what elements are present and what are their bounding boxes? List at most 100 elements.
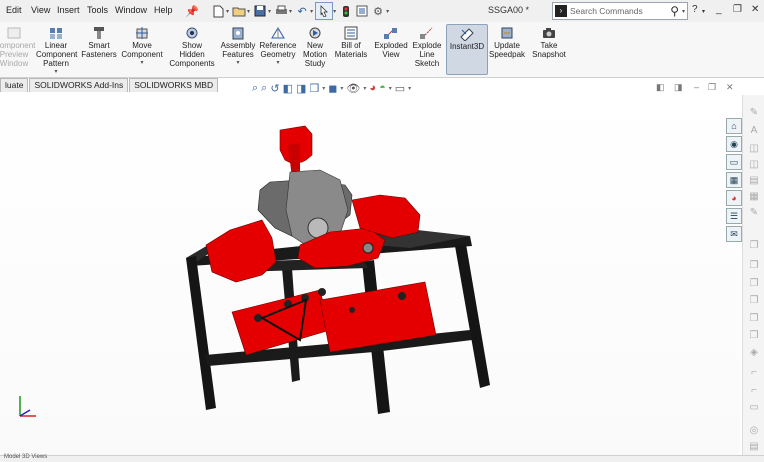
menu-view[interactable]: View: [31, 5, 50, 15]
select-icon[interactable]: [315, 2, 334, 20]
toolbar-icon[interactable]: ⌐: [748, 367, 760, 379]
toolbar-icon[interactable]: ◫: [748, 159, 760, 171]
toolbar-icon[interactable]: ⌐: [748, 385, 760, 397]
toolbar-icon[interactable]: ◎: [748, 425, 760, 437]
instant3d-button[interactable]: Instant3D: [446, 24, 488, 75]
toolbar-icon[interactable]: ▤: [748, 175, 760, 187]
new-document-icon[interactable]: [210, 3, 226, 19]
new-motion-study-button[interactable]: New Motion Study: [301, 24, 329, 68]
bill-of-materials-button[interactable]: Bill of Materials: [334, 24, 368, 59]
tab-solidworks-mbd[interactable]: SOLIDWORKS MBD: [129, 78, 219, 92]
ribbon-label: Instant3D: [449, 42, 485, 51]
help-button[interactable]: ?: [692, 4, 698, 15]
viewport-close-icon[interactable]: ✕: [726, 82, 734, 93]
custom-properties-icon[interactable]: ☰: [726, 208, 742, 224]
menu-tools[interactable]: Tools: [87, 5, 108, 15]
zoom-to-fit-icon[interactable]: ⌕: [252, 82, 258, 95]
task-pane-tabs: ⌂ ◉ ▭ ▦ ◕ ☰ ✉: [726, 118, 742, 242]
file-explorer-icon[interactable]: ▭: [726, 154, 742, 170]
viewport-minimize-icon[interactable]: –: [694, 82, 699, 92]
undo-icon[interactable]: ↶: [294, 3, 310, 19]
view-palette-icon[interactable]: ▦: [726, 172, 742, 188]
toolbar-icon[interactable]: ❐: [748, 295, 760, 307]
section-view-icon[interactable]: ◧: [283, 82, 293, 95]
menu-edit[interactable]: Edit: [6, 5, 22, 15]
reference-geometry-button[interactable]: Reference Geometry ▾: [258, 24, 298, 68]
display-style-icon[interactable]: ◼: [328, 82, 337, 95]
take-snapshot-button[interactable]: Take Snapshot: [530, 24, 568, 59]
toolbar-icon[interactable]: ❐: [748, 313, 760, 325]
text-box-icon[interactable]: A: [748, 125, 760, 137]
toolbar-icon[interactable]: ✎: [748, 207, 760, 219]
view-orientation-icon[interactable]: ❒: [309, 82, 319, 95]
command-manager-tabs: luate SOLIDWORKS Add-Ins SOLIDWORKS MBD: [0, 78, 219, 92]
options-icon[interactable]: ⚙: [370, 3, 386, 19]
previous-view-icon[interactable]: ↺: [270, 82, 279, 95]
toolbar-icon[interactable]: ❐: [748, 278, 760, 290]
component-preview-button[interactable]: Component Preview Window: [0, 24, 35, 68]
search-input[interactable]: Search Commands: [570, 6, 670, 16]
status-text: Model 3D Views: [4, 454, 48, 460]
snapshot-icon: [543, 28, 555, 38]
pin-icon[interactable]: 📌: [184, 3, 200, 19]
tab-solidworks-add-ins[interactable]: SOLIDWORKS Add-Ins: [29, 78, 129, 92]
instant3d-icon: [460, 28, 474, 41]
menu-window[interactable]: Window: [115, 5, 147, 15]
toolbar-icon[interactable]: ▦: [748, 191, 760, 203]
speedpak-icon: [501, 27, 513, 39]
ribbon-label: Assembly Features: [220, 41, 256, 59]
apply-scene-icon[interactable]: ◓: [379, 82, 386, 94]
dynamic-annotation-icon[interactable]: ◨: [296, 82, 306, 95]
ribbon-label: Take Snapshot: [532, 41, 566, 59]
print-icon[interactable]: [273, 3, 289, 19]
motion-study-icon: [309, 27, 321, 39]
toolbar-icon[interactable]: ▭: [748, 402, 760, 414]
move-component-button[interactable]: Move Component ▾: [121, 24, 163, 68]
design-library-icon[interactable]: ◉: [726, 136, 742, 152]
search-icon[interactable]: ⚲: [670, 4, 679, 18]
explode-line-icon: [420, 27, 433, 39]
menu-help[interactable]: Help: [154, 5, 173, 15]
command-manager-ribbon: Component Preview Window Linear Componen…: [0, 22, 764, 78]
linear-pattern-button[interactable]: Linear Component Pattern ▾: [36, 24, 77, 77]
zoom-to-area-icon[interactable]: ⌕: [261, 82, 267, 95]
hide-show-items-icon[interactable]: 👁: [346, 82, 360, 95]
explode-line-sketch-button[interactable]: Explode Line Sketch: [411, 24, 443, 68]
coordinate-triad: [19, 396, 36, 417]
viewport-restore-icon[interactable]: ❐: [708, 82, 716, 93]
graphics-area[interactable]: [0, 95, 740, 455]
ribbon-label: Explode Line Sketch: [412, 41, 442, 68]
file-properties-icon[interactable]: [354, 3, 370, 19]
toolbar-icon[interactable]: ▤: [748, 441, 760, 453]
menu-insert[interactable]: Insert: [57, 5, 80, 15]
show-hidden-icon: [186, 27, 198, 39]
toolbar-icon[interactable]: ❐: [748, 240, 760, 252]
home-icon[interactable]: ⌂: [726, 118, 742, 134]
show-hidden-components-button[interactable]: Show Hidden Components: [169, 24, 215, 68]
exploded-view-button[interactable]: Exploded View: [373, 24, 409, 59]
restore-button[interactable]: ❐: [733, 4, 742, 15]
assembly-features-button[interactable]: Assembly Features ▾: [219, 24, 257, 68]
toolbar-icon[interactable]: ✎: [748, 107, 760, 119]
ribbon-label: Update Speedpak: [489, 41, 526, 59]
toolbar-icon[interactable]: ❐: [748, 330, 760, 342]
open-icon[interactable]: [231, 3, 247, 19]
bom-icon: [344, 26, 358, 40]
smart-fasteners-button[interactable]: Smart Fasteners: [81, 24, 117, 59]
rebuild-icon[interactable]: [338, 3, 354, 19]
close-button[interactable]: ✕: [751, 4, 759, 15]
forum-icon[interactable]: ✉: [726, 226, 742, 242]
save-icon[interactable]: [252, 3, 268, 19]
view-settings-icon[interactable]: ▭: [395, 82, 405, 95]
appearances-icon[interactable]: ◕: [726, 190, 742, 206]
tab-evaluate[interactable]: luate: [0, 78, 29, 92]
update-speedpak-button[interactable]: Update Speedpak: [489, 24, 525, 59]
toolbar-icon[interactable]: ◫: [748, 143, 760, 155]
toolbar-icon[interactable]: ◈: [748, 347, 760, 359]
minimize-button[interactable]: _: [716, 4, 722, 15]
edit-appearance-icon[interactable]: ◕: [369, 82, 376, 94]
search-commands-box[interactable]: › Search Commands ⚲ ▾: [552, 2, 688, 20]
tile-left-icon[interactable]: ◧: [656, 82, 665, 93]
tile-right-icon[interactable]: ◨: [674, 82, 683, 93]
toolbar-icon[interactable]: ❐: [748, 260, 760, 272]
